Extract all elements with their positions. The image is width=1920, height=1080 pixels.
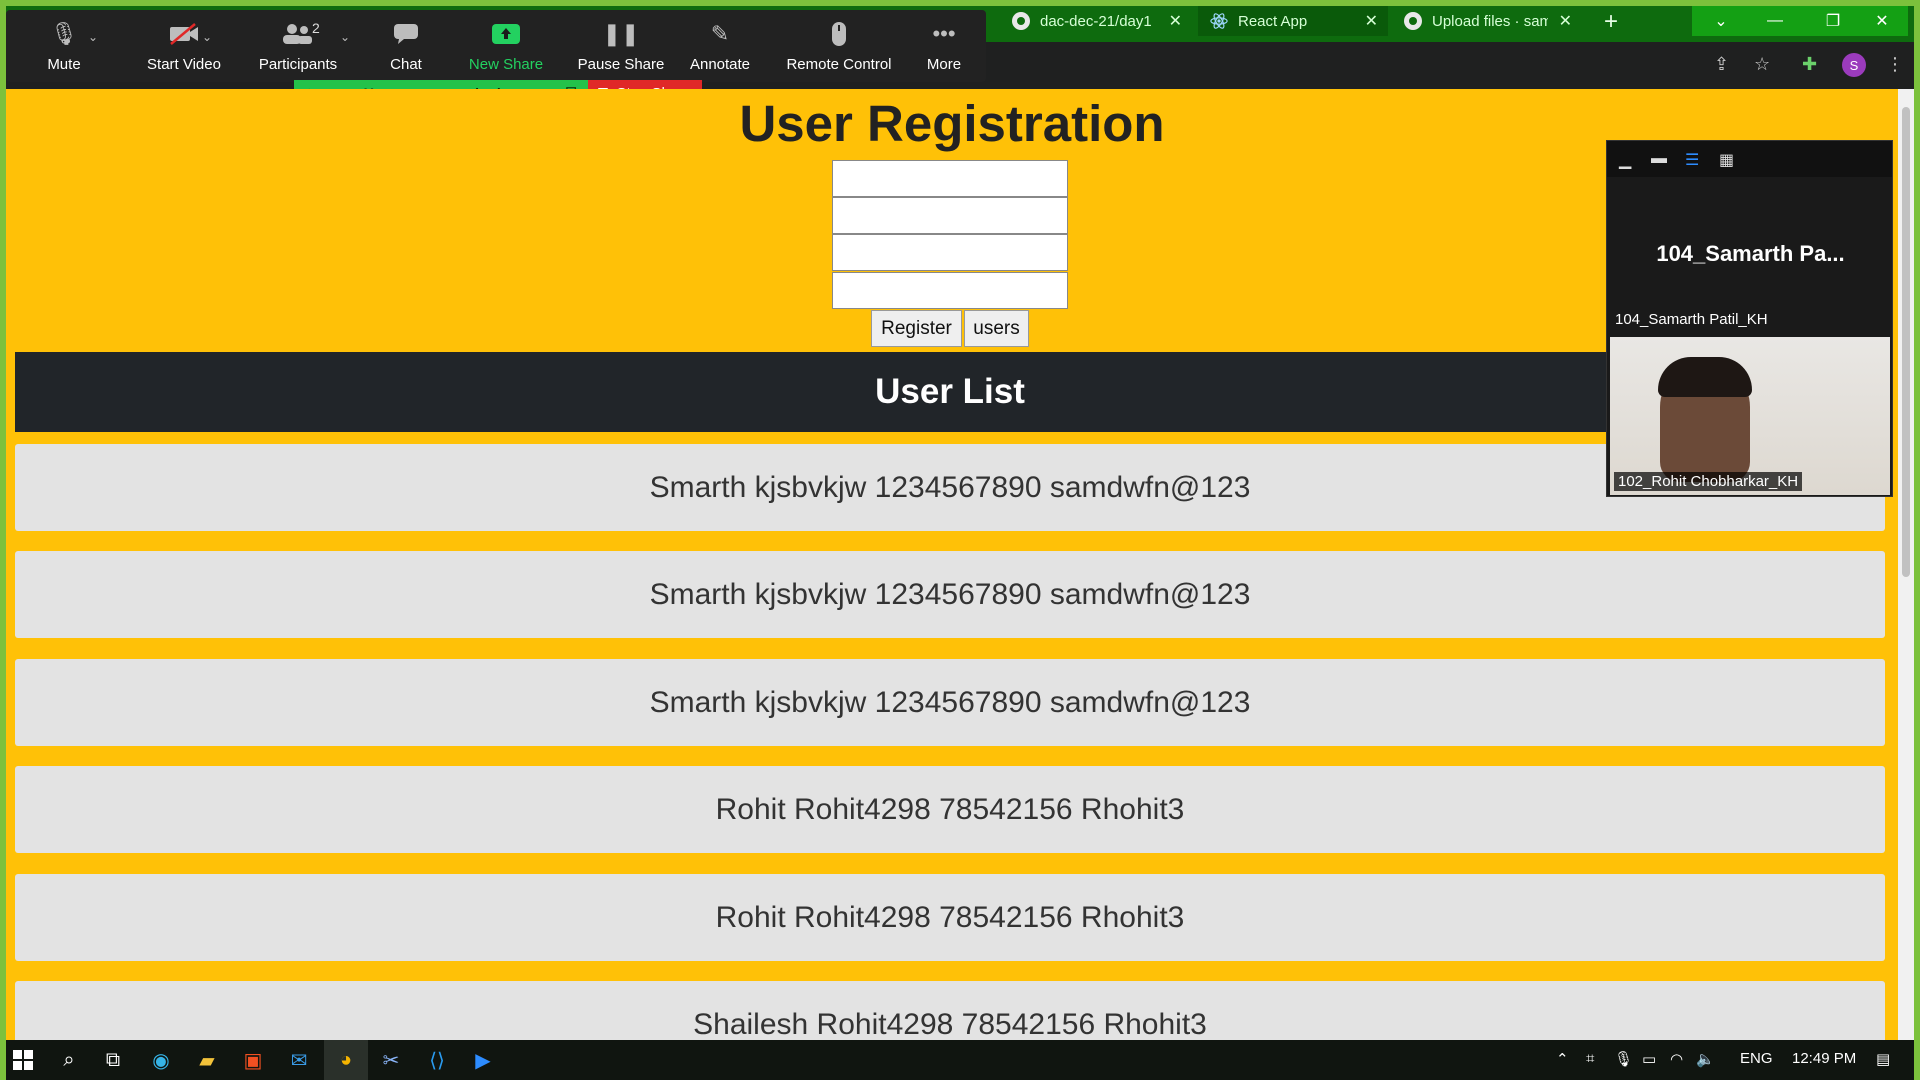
volume-icon[interactable]: 🔈: [1696, 1050, 1715, 1068]
meet-now-icon[interactable]: ⌗: [1586, 1050, 1594, 1067]
github-icon: [1404, 12, 1422, 30]
list-item: Rohit Rohit4298 78542156 Rhohit3: [15, 766, 1885, 853]
new-share-button[interactable]: New Share: [456, 10, 556, 82]
battery-icon[interactable]: ▭: [1642, 1050, 1656, 1068]
user-list-header: User List: [15, 352, 1885, 432]
zoom-meeting-toolbar: 🎙 Mute ⌄ Start Video ⌄ Participants 2 ⌄ …: [6, 10, 986, 82]
chevron-down-icon[interactable]: ⌄: [340, 30, 350, 44]
pencil-icon: ✎: [710, 21, 730, 46]
restore-button[interactable]: ❐: [1804, 6, 1862, 36]
edge-icon[interactable]: ◉: [150, 1049, 172, 1072]
scrollbar-thumb[interactable]: [1902, 107, 1910, 577]
pause-icon: ❚❚: [602, 21, 640, 46]
github-icon: [1012, 12, 1030, 30]
new-tab-button[interactable]: +: [1604, 8, 1618, 36]
mail-icon[interactable]: ✉: [288, 1049, 310, 1072]
list-item: Smarth kjsbvkjw 1234567890 samdwfn@123: [15, 659, 1885, 746]
minimize-button[interactable]: —: [1746, 6, 1804, 36]
chevron-down-icon[interactable]: ⌄: [88, 30, 98, 44]
share-icon[interactable]: ⇪: [1714, 54, 1729, 75]
minimize-video-icon[interactable]: ▁: [1619, 150, 1631, 170]
video-off-icon: [124, 10, 244, 50]
microphone-tray-icon[interactable]: 🎙: [1614, 1050, 1633, 1068]
close-tab-icon[interactable]: ✕: [1365, 11, 1378, 31]
wifi-icon[interactable]: ◠: [1670, 1050, 1683, 1068]
video-panel: ▁ ▬ ☰ ▦ 104_Samarth Pa... 104_Samarth Pa…: [1606, 140, 1893, 497]
windows-start-icon[interactable]: [12, 1049, 34, 1071]
participant-count: 2: [312, 20, 320, 36]
mobile-input[interactable]: [832, 234, 1068, 271]
chat-icon: [368, 10, 444, 50]
pause-share-button[interactable]: ❚❚ Pause Share: [566, 10, 676, 82]
list-item: Smarth kjsbvkjw 1234567890 samdwfn@123: [15, 444, 1885, 531]
close-tab-icon[interactable]: ✕: [1169, 11, 1182, 31]
windows-taskbar: ⌕ ⧉ ◉ ▰ ▣ ✉ ◕ ✂ ⟨⟩ ▶ ⌃ ⌗ 🎙 ▭ ◠ 🔈 ENG 12:…: [6, 1040, 1914, 1080]
chrome-icon[interactable]: ◕: [335, 1049, 357, 1071]
mouse-icon: [774, 10, 904, 50]
annotate-button[interactable]: ✎ Annotate: [678, 10, 762, 82]
browser-tab-active[interactable]: React App ✕: [1198, 6, 1388, 36]
chat-button[interactable]: Chat: [368, 10, 444, 82]
gallery-view-icon[interactable]: ▦: [1719, 150, 1734, 170]
menu-kebab-icon[interactable]: ⋮: [1886, 54, 1904, 75]
browser-tab[interactable]: Upload files · sam ✕: [1392, 6, 1582, 36]
clock[interactable]: 12:49 PM: [1792, 1050, 1856, 1067]
notifications-icon[interactable]: ▤: [1876, 1050, 1890, 1068]
tab-search-button[interactable]: ⌄: [1692, 6, 1750, 36]
more-dots-icon: •••: [932, 21, 956, 46]
list-item: Rohit Rohit4298 78542156 Rhohit3: [15, 874, 1885, 961]
participant-hair: [1658, 357, 1752, 397]
task-view-icon[interactable]: ⧉: [102, 1049, 124, 1071]
speaker-view-icon[interactable]: ▬: [1651, 150, 1667, 168]
close-window-button[interactable]: ✕: [1856, 6, 1908, 36]
zoom-icon[interactable]: ▶: [472, 1049, 494, 1072]
participants-button[interactable]: Participants: [246, 10, 350, 82]
list-item: Smarth kjsbvkjw 1234567890 samdwfn@123: [15, 551, 1885, 638]
mute-button[interactable]: 🎙 Mute: [20, 10, 108, 82]
chevron-down-icon[interactable]: ⌄: [202, 30, 212, 44]
chevron-up-icon[interactable]: ⌃: [1556, 1050, 1569, 1068]
video-panel-controls: ▁ ▬ ☰ ▦: [1607, 141, 1892, 177]
participant-label: 102_Rohit Chobharkar_KH: [1614, 472, 1803, 491]
users-button[interactable]: users: [964, 310, 1029, 347]
remote-control-button[interactable]: Remote Control: [774, 10, 904, 82]
start-video-button[interactable]: Start Video: [124, 10, 244, 82]
bookmark-star-icon[interactable]: ☆: [1754, 54, 1770, 75]
profile-avatar[interactable]: S: [1842, 53, 1866, 77]
close-tab-icon[interactable]: ✕: [1559, 11, 1572, 31]
participants-icon: [246, 10, 350, 50]
extensions-icon[interactable]: ✚: [1802, 54, 1817, 75]
page-scrollbar[interactable]: [1898, 89, 1914, 1040]
speaker-name: 104_Samarth Pa...: [1656, 241, 1845, 266]
search-icon[interactable]: ⌕: [58, 1049, 80, 1071]
vscode-icon[interactable]: ⟨⟩: [426, 1049, 448, 1072]
thumbnail-view-icon[interactable]: ☰: [1685, 150, 1699, 170]
register-button[interactable]: Register: [871, 310, 962, 347]
participant-label: 104_Samarth Patil_KH: [1615, 311, 1768, 328]
username-input[interactable]: [832, 197, 1068, 234]
store-icon[interactable]: ▣: [242, 1049, 264, 1072]
share-screen-icon: [456, 10, 556, 50]
list-item: Shailesh Rohit4298 78542156 Rhohit3: [15, 981, 1885, 1040]
password-input[interactable]: [832, 272, 1068, 309]
more-button[interactable]: ••• More: [912, 10, 976, 82]
participant-video[interactable]: 102_Rohit Chobharkar_KH: [1610, 337, 1890, 495]
snipping-tool-icon[interactable]: ✂: [380, 1049, 402, 1072]
react-icon: [1210, 13, 1228, 29]
file-explorer-icon[interactable]: ▰: [196, 1049, 218, 1072]
language-indicator[interactable]: ENG: [1740, 1050, 1773, 1067]
name-input[interactable]: [832, 160, 1068, 197]
browser-tab[interactable]: dac-dec-21/day1 ✕: [1000, 6, 1192, 36]
